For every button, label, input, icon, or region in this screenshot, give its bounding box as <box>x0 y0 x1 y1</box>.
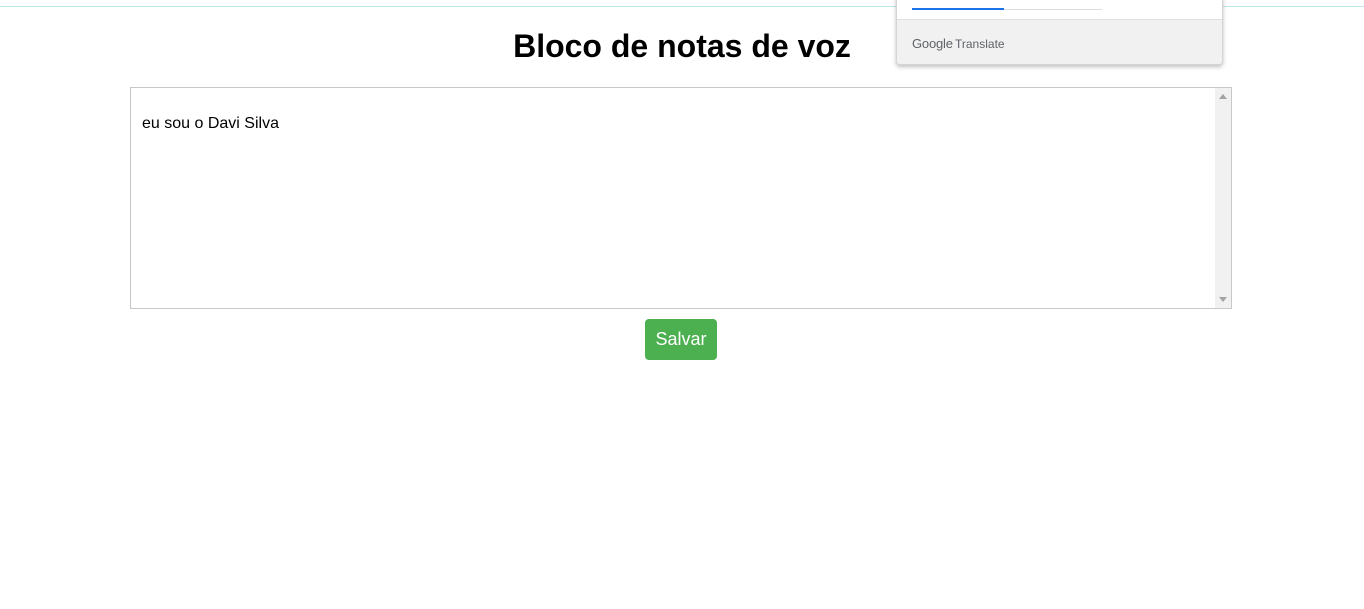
google-translate-popup: Google Translate <box>896 0 1223 65</box>
translate-popup-footer: Google Translate <box>897 19 1222 64</box>
save-button[interactable]: Salvar <box>645 319 717 360</box>
vertical-scrollbar[interactable] <box>1215 88 1231 308</box>
translate-label: Translate <box>955 37 1005 51</box>
google-logo: Google <box>912 36 953 51</box>
scroll-up-arrow-icon[interactable] <box>1215 90 1231 104</box>
translate-language-tabs[interactable] <box>897 0 1222 19</box>
voice-note-textarea[interactable]: eu sou o Davi Silva <box>130 87 1232 309</box>
scroll-down-arrow-icon[interactable] <box>1215 292 1231 306</box>
note-text: eu sou o Davi Silva <box>142 115 279 132</box>
active-tab-indicator <box>912 8 1004 10</box>
